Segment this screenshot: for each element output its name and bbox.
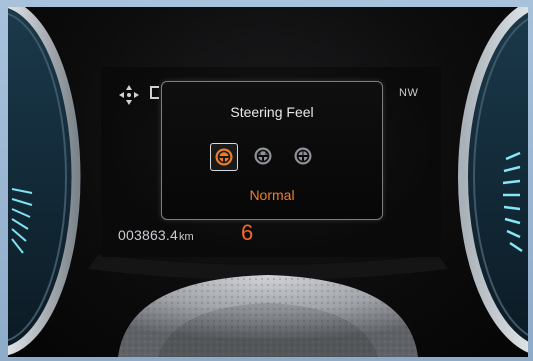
- image-frame: NW Steering Feel Normal 003863.4km 6: [0, 0, 533, 361]
- steering-wheel-icon: [294, 147, 312, 165]
- partial-icon: [150, 86, 159, 99]
- steering-wheel-icon: [215, 148, 233, 166]
- compass-icon: [119, 85, 139, 105]
- mode-option-1[interactable]: [210, 143, 238, 171]
- odometer: 003863.4km: [118, 227, 194, 243]
- compass-heading: NW: [399, 87, 419, 99]
- steering-wheel-icon: [254, 147, 272, 165]
- popup-title: Steering Feel: [230, 104, 314, 120]
- right-gauge: [458, 7, 528, 353]
- left-gauge: [8, 7, 81, 356]
- steering-mode-selector: [210, 143, 340, 171]
- gear-indicator: 6: [241, 220, 254, 245]
- mode-option-2[interactable]: [250, 143, 278, 171]
- steering-wheel: [118, 275, 418, 357]
- odometer-unit: km: [179, 231, 194, 243]
- steering-feel-popup: Steering Feel Normal: [161, 81, 383, 220]
- selected-mode-value: Normal: [249, 187, 295, 203]
- mode-option-3[interactable]: [290, 143, 318, 171]
- instrument-cluster: NW Steering Feel Normal 003863.4km 6: [8, 7, 528, 357]
- odometer-value: 003863.4: [118, 227, 178, 243]
